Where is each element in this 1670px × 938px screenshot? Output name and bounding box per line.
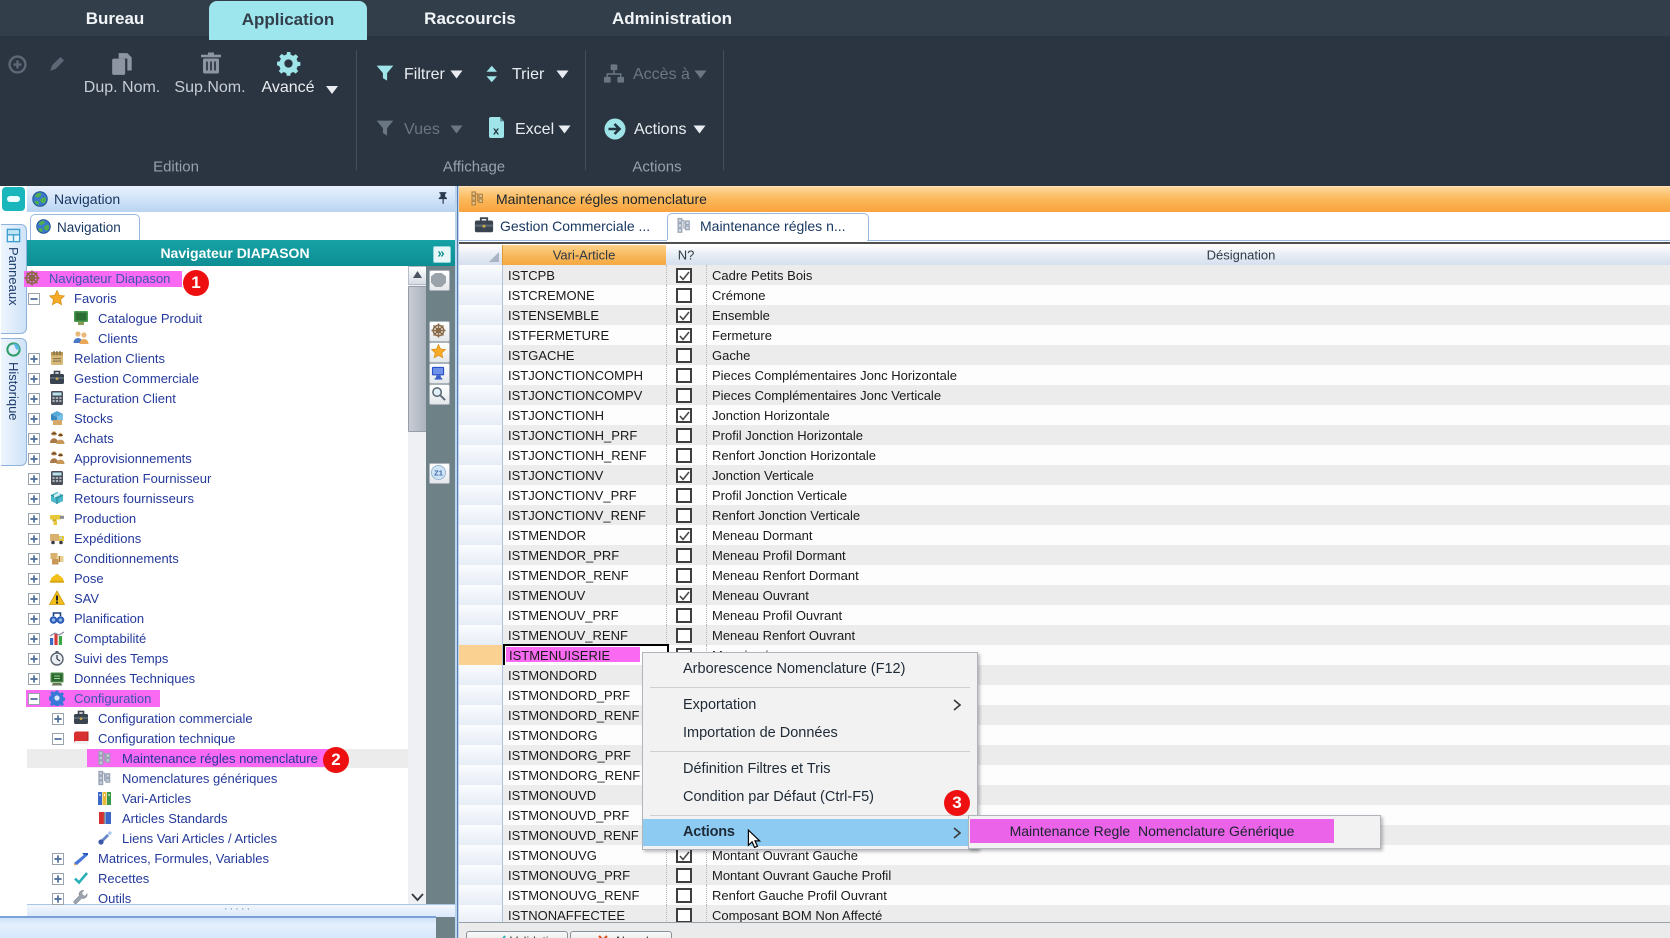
svg-text:Z1: Z1 xyxy=(434,468,443,477)
svg-text:x: x xyxy=(493,126,500,138)
